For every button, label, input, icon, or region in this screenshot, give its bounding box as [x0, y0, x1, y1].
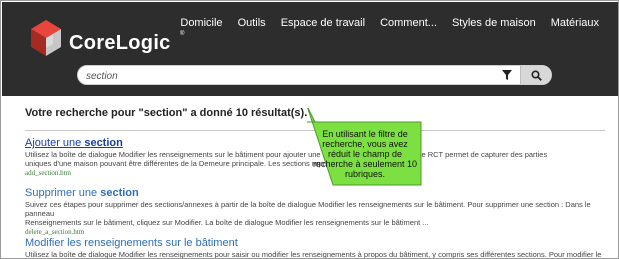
- registered-mark: ®: [180, 31, 185, 37]
- result-title-text: Modifier les renseignements sur le bâtim…: [25, 237, 238, 249]
- page-frame: CoreLogic ® Domicile Outils Espace de tr…: [0, 0, 619, 259]
- result-description: Suivez ces étapes pour supprimer des sec…: [25, 200, 605, 227]
- result-description: Utilisez la boîte de dialogue Modifier l…: [25, 250, 605, 259]
- filter-icon: [502, 70, 512, 80]
- nav-item-comment[interactable]: Comment...: [380, 17, 437, 29]
- brand-name: CoreLogic: [69, 32, 171, 54]
- search-bar: [77, 65, 552, 85]
- results-heading: Votre recherche pour "section" a donné 1…: [25, 107, 308, 119]
- result-description-line: Renseignements sur le bâtiment, cliquez …: [25, 218, 429, 227]
- nav-item-styles-de-maison[interactable]: Styles de maison: [452, 17, 536, 29]
- filter-button[interactable]: [494, 66, 520, 84]
- result-item: Supprimer une section Suivez ces étapes …: [25, 187, 605, 236]
- search-icon: [531, 69, 542, 81]
- nav-item-domicile[interactable]: Domicile: [180, 17, 222, 29]
- nav-item-espace-de-travail[interactable]: Espace de travail: [281, 17, 365, 29]
- nav-item-materiaux[interactable]: Matériaux: [551, 17, 599, 29]
- result-title-link[interactable]: Supprimer une section: [25, 187, 605, 199]
- result-url[interactable]: delete_a_section.htm: [25, 228, 605, 236]
- callout-text: En utilisant le filtre de recherche, vou…: [312, 128, 418, 179]
- header-bar: CoreLogic ® Domicile Outils Espace de tr…: [2, 2, 618, 96]
- main-nav: Domicile Outils Espace de travail Commen…: [165, 17, 599, 29]
- cube-logo-icon: [31, 20, 61, 56]
- corelogic-logo[interactable]: CoreLogic ®: [29, 18, 184, 66]
- search-input[interactable]: [86, 69, 486, 83]
- nav-item-outils[interactable]: Outils: [238, 17, 266, 29]
- result-title-text: Supprimer une: [25, 187, 101, 199]
- result-description-line: Utilisez la boîte de dialogue Modifier l…: [25, 250, 602, 259]
- search-button[interactable]: [520, 66, 551, 84]
- result-title-keyword: section: [84, 137, 123, 149]
- result-description-line: Suivez ces étapes pour supprimer des sec…: [25, 200, 591, 218]
- result-title-text: Ajouter une: [25, 137, 85, 149]
- result-title-link[interactable]: Modifier les renseignements sur le bâtim…: [25, 237, 605, 249]
- result-item: Modifier les renseignements sur le bâtim…: [25, 237, 605, 259]
- result-title-keyword: section: [100, 187, 139, 199]
